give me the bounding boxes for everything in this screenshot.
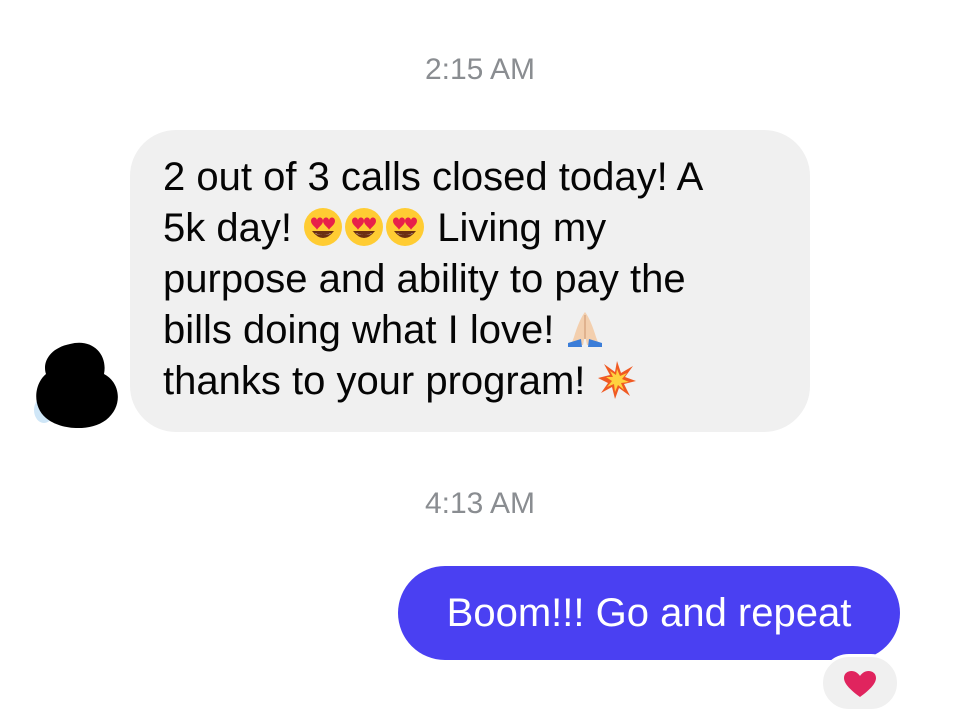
heart-eyes-emoji [303, 207, 343, 247]
timestamp: 2:15 AM [424, 53, 536, 86]
timestamp: 4:13 AM [424, 487, 536, 520]
message-line: 5k day! Living my [163, 203, 770, 254]
message-text: thanks to your program! [163, 359, 597, 403]
message-text: Living my [426, 206, 607, 250]
reaction-badge[interactable] [820, 654, 900, 712]
message-line: thanks to your program! [163, 356, 770, 407]
heart-eyes-emoji [344, 207, 384, 247]
collision-emoji [597, 360, 637, 400]
message-line: bills doing what I love! [163, 305, 770, 356]
message-line: 2 out of 3 calls closed today! A [163, 155, 704, 199]
message-text: 5k day! [163, 206, 304, 250]
folded-hands-emoji [565, 309, 605, 349]
message-text: bills doing what I love! [163, 308, 566, 352]
outgoing-message-bubble[interactable]: Boom!!! Go and repeat [398, 566, 900, 660]
message-line: purpose and ability to pay the [163, 257, 686, 301]
incoming-message-bubble[interactable]: 2 out of 3 calls closed today! A 5k day!… [130, 130, 810, 432]
heart-eyes-emoji [385, 207, 425, 247]
avatar[interactable] [30, 340, 122, 430]
red-heart-icon [844, 671, 876, 697]
